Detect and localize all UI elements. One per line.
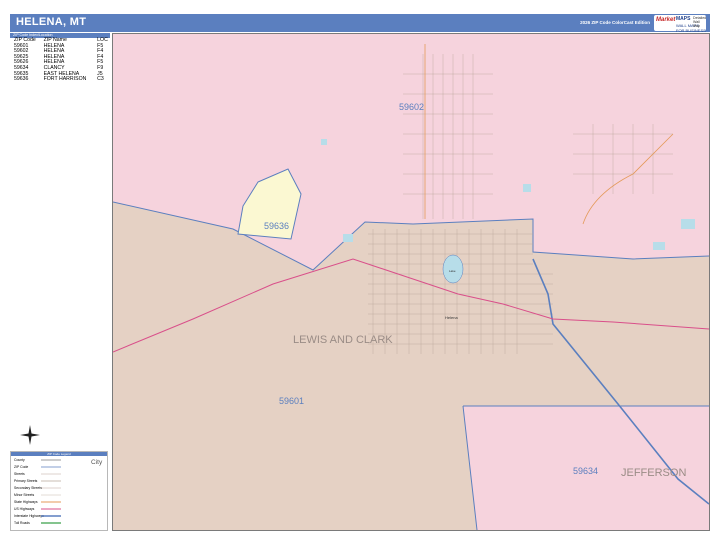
pond-icon xyxy=(523,184,531,192)
pond-icon xyxy=(653,242,665,250)
map-header: HELENA, MT 2026 ZIP Code ColorCast Editi… xyxy=(10,14,710,33)
zip-label-59634: 59634 xyxy=(573,466,598,476)
city-label-helena: Helena xyxy=(445,315,458,320)
pond-icon xyxy=(681,219,695,229)
zip-code: 59636 xyxy=(14,76,29,83)
map-title: HELENA, MT xyxy=(16,16,87,28)
zip-loc: C3 xyxy=(97,76,104,83)
zip-name: FORT HARRISON xyxy=(43,76,87,83)
map-canvas[interactable]: 59602 59636 59601 59634 LEWIS AND CLARK … xyxy=(112,34,710,531)
logo-badge: Detailed Wall Map xyxy=(693,16,707,28)
county-label-lewis-and-clark: LEWIS AND CLARK xyxy=(293,334,393,346)
lake-label: Lake xyxy=(449,269,456,273)
logo-market-text: Market xyxy=(656,17,676,23)
zip-index-panel: ZIP Code Index/Location ZIP Code ZIP Nam… xyxy=(10,33,110,82)
compass-icon xyxy=(20,425,40,445)
zip-label-59602: 59602 xyxy=(399,102,424,112)
pond-icon xyxy=(321,139,327,145)
legend-swatches xyxy=(41,459,61,524)
pond-icon xyxy=(343,234,353,242)
logo-maps-text: MAPS xyxy=(676,16,691,22)
zip-label-59601: 59601 xyxy=(279,396,304,406)
zip-index-table: ZIP Code ZIP Name LOC 59601 HELENA F5 5960… xyxy=(10,37,110,83)
map-legend: ZIP Code Legend County ZIP Code Streets … xyxy=(10,451,108,531)
map-edition: 2026 ZIP Code ColorCast Edition xyxy=(580,20,650,25)
zip-label-59636: 59636 xyxy=(264,221,289,231)
publisher-logo: Market MAPS WALL MAPS FOR BUSINESS Detai… xyxy=(654,15,707,33)
zip-row: 59636 FORT HARRISON C3 xyxy=(10,77,110,83)
county-label-jefferson: JEFFERSON xyxy=(621,467,686,479)
map-frame[interactable]: 59602 59636 59601 59634 LEWIS AND CLARK … xyxy=(112,33,710,531)
